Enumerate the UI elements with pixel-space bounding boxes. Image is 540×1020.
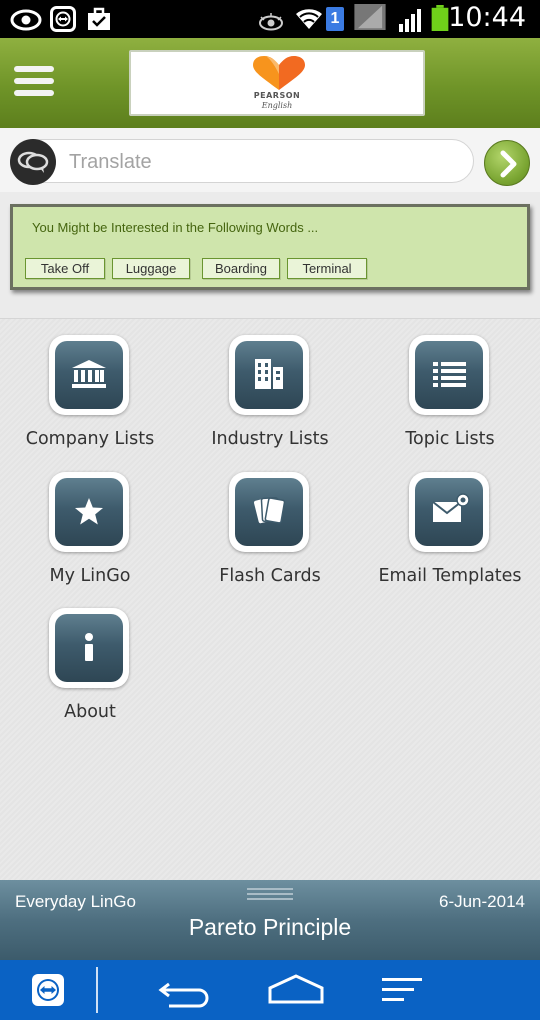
tile-label: Company Lists xyxy=(25,429,155,449)
tile-label: Topic Lists xyxy=(405,429,495,449)
word-chip[interactable]: Luggage xyxy=(112,258,190,279)
app-header: PEARSON English xyxy=(0,38,540,128)
tile-label: My LinGo xyxy=(49,566,131,586)
tile-label: Industry Lists xyxy=(211,429,329,449)
pearson-logo: PEARSON English xyxy=(129,50,425,116)
translate-field xyxy=(10,139,474,185)
sim-icon: 1 xyxy=(326,7,344,31)
system-nav-bar xyxy=(0,960,540,1020)
about-button[interactable]: About xyxy=(0,592,180,722)
battery-icon xyxy=(431,5,449,31)
tile-label: About xyxy=(64,702,116,722)
hamburger-menu-icon[interactable] xyxy=(14,66,54,100)
company-lists-button[interactable]: Company Lists xyxy=(0,319,180,449)
go-arrow-button[interactable] xyxy=(484,140,530,186)
pearson-heart-icon xyxy=(253,56,305,90)
tile-label: Email Templates xyxy=(378,566,522,586)
eye-icon xyxy=(10,9,42,31)
email-icon xyxy=(432,493,470,522)
cards-icon xyxy=(254,496,286,524)
status-bar: 1 10:44 xyxy=(0,0,540,38)
suggestions-title: You Might be Interested in the Following… xyxy=(32,220,319,235)
translate-input[interactable] xyxy=(69,146,459,178)
flash-cards-button[interactable]: Flash Cards xyxy=(180,456,360,586)
translate-bar xyxy=(0,128,540,192)
word-chip[interactable]: Terminal xyxy=(287,258,367,279)
wifi-icon xyxy=(296,9,322,29)
briefcase-icon xyxy=(88,7,110,30)
my-lingo-button[interactable]: My LinGo xyxy=(0,456,180,586)
word-chip[interactable]: Boarding xyxy=(202,258,280,279)
info-icon xyxy=(85,633,93,661)
suggestions-section: You Might be Interested in the Following… xyxy=(0,192,540,320)
star-icon xyxy=(75,498,103,525)
signal-icon xyxy=(399,9,421,32)
teamviewer-icon xyxy=(50,6,76,32)
suggestions-box: You Might be Interested in the Following… xyxy=(10,204,530,290)
phrase-footer[interactable]: Everyday LinGo 6-Jun-2014 Pareto Princip… xyxy=(0,880,540,960)
drag-handle-icon[interactable] xyxy=(247,888,293,902)
signal-icon xyxy=(354,4,386,30)
date-label: 6-Jun-2014 xyxy=(438,892,525,911)
phrase-of-the-day: Pareto Principle xyxy=(188,914,352,940)
app-name: Everyday LinGo xyxy=(15,892,136,911)
bank-icon xyxy=(72,360,106,388)
chat-bubble-icon xyxy=(10,139,56,185)
email-templates-button[interactable]: Email Templates xyxy=(360,456,540,586)
recent-apps-icon[interactable] xyxy=(380,960,426,1020)
home-icon[interactable] xyxy=(266,960,326,1020)
word-chip[interactable]: Take Off xyxy=(25,258,105,279)
eye-icon xyxy=(259,13,283,31)
logo-text: PEARSON xyxy=(253,91,301,100)
back-icon[interactable] xyxy=(155,960,211,1020)
teamviewer-icon[interactable] xyxy=(28,960,68,1020)
topic-lists-button[interactable]: Topic Lists xyxy=(360,319,540,449)
building-icon xyxy=(255,359,283,389)
menu-grid: Company Lists Industry Lists Topic Lists xyxy=(0,319,540,880)
nav-separator xyxy=(96,967,98,1013)
list-icon xyxy=(433,362,466,387)
logo-subtext: English xyxy=(261,101,293,110)
tile-label: Flash Cards xyxy=(219,566,321,586)
clock: 10:44 xyxy=(448,2,526,33)
industry-lists-button[interactable]: Industry Lists xyxy=(180,319,360,449)
chevron-right-icon xyxy=(500,150,517,178)
